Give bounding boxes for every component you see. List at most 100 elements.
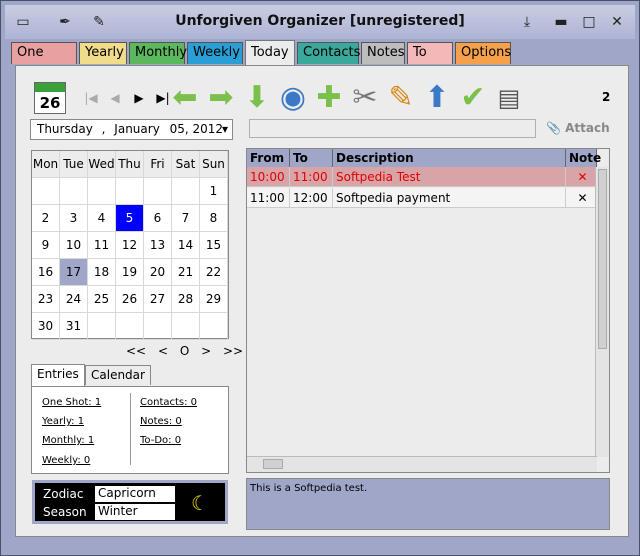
calendar-day[interactable]: 14 — [172, 232, 200, 259]
calendar-day[interactable]: 19 — [116, 259, 144, 286]
calendar-day[interactable]: 10 — [60, 232, 88, 259]
nav-today-button[interactable]: O — [180, 344, 189, 358]
zodiac-value: Capricorn — [95, 486, 175, 502]
calendar-day[interactable]: 17 — [60, 259, 88, 286]
calendar-day[interactable]: 12 — [116, 232, 144, 259]
calendar-day — [144, 313, 172, 340]
tab-yearly[interactable]: Yearly — [79, 42, 127, 64]
horizontal-scrollbar[interactable] — [247, 456, 597, 472]
row-note[interactable]: ✕ — [566, 188, 597, 208]
calendar-day[interactable]: 26 — [116, 286, 144, 313]
calendar-day[interactable]: 25 — [88, 286, 116, 313]
season-label: Season — [43, 505, 87, 519]
calendar-day[interactable]: 9 — [32, 232, 60, 259]
back-arrow-icon[interactable]: ⬅ — [168, 80, 202, 116]
table-row[interactable]: 11:00 12:00 Softpedia payment ✕ — [247, 188, 597, 208]
calendar-day[interactable]: 15 — [200, 232, 228, 259]
upload-icon[interactable]: ⬆ — [420, 80, 454, 116]
calendar-day[interactable]: 24 — [60, 286, 88, 313]
attach-label: Attach — [565, 121, 610, 135]
forward-arrow-icon[interactable]: ➡ — [204, 80, 238, 116]
entry-weekly[interactable]: Weekly: 0 — [42, 455, 90, 466]
vertical-scrollbar[interactable] — [595, 167, 609, 457]
print-icon[interactable]: ▤ — [492, 80, 526, 116]
app-window: ▭ ✒ ✎ Unforgiven Organizer [unregistered… — [0, 0, 640, 556]
tab-today[interactable]: Today — [245, 40, 295, 66]
entry-contacts[interactable]: Contacts: 0 — [140, 397, 197, 408]
calendar-day[interactable]: 7 — [172, 205, 200, 232]
tab-one-shot[interactable]: One Shot — [11, 42, 77, 80]
minimize-icon[interactable]: ▬ — [551, 14, 571, 30]
calendar-day[interactable]: 20 — [144, 259, 172, 286]
maximize-icon[interactable]: □ — [579, 14, 599, 30]
calendar-day[interactable]: 4 — [88, 205, 116, 232]
calendar-day[interactable]: 8 — [200, 205, 228, 232]
calendar-day[interactable]: 30 — [32, 313, 60, 340]
edit-icon[interactable]: ✎ — [384, 80, 418, 116]
calendar-day[interactable]: 13 — [144, 232, 172, 259]
nav-next-button[interactable]: > — [201, 344, 211, 358]
nav-prev-button[interactable]: < — [158, 344, 168, 358]
pin-down-icon[interactable]: ⤓ — [517, 14, 537, 30]
calendar-day[interactable]: 31 — [60, 313, 88, 340]
calendar-day — [60, 178, 88, 205]
attach-button[interactable]: 📎 Attach — [546, 121, 610, 135]
note-text-area[interactable]: This is a Softpedia test. — [246, 478, 610, 530]
calendar-day[interactable]: 5 — [116, 205, 144, 232]
tab-contacts[interactable]: Contacts — [297, 42, 360, 64]
calendar-day[interactable]: 3 — [60, 205, 88, 232]
calendar-day[interactable]: 29 — [200, 286, 228, 313]
entry-one-shot[interactable]: One Shot: 1 — [42, 397, 101, 408]
row-note[interactable]: ✕ — [566, 167, 597, 187]
scroll-thumb[interactable] — [598, 169, 607, 349]
close-icon[interactable]: ✕ — [607, 14, 627, 30]
calendar-day — [88, 313, 116, 340]
table-row[interactable]: 10:00 11:00 Softpedia Test ✕ — [247, 167, 597, 187]
cut-icon[interactable]: ✂ — [348, 80, 382, 116]
calendar-day[interactable]: 21 — [172, 259, 200, 286]
nav-last-button[interactable]: >> — [223, 344, 243, 358]
row-description: Softpedia Test — [333, 167, 566, 187]
col-description[interactable]: Description — [333, 149, 566, 167]
date-day: 05, 2012 — [169, 122, 224, 136]
calendar-day[interactable]: 27 — [144, 286, 172, 313]
calendar-day[interactable]: 28 — [172, 286, 200, 313]
calendar-day[interactable]: 6 — [144, 205, 172, 232]
tab-todo[interactable]: To Do — [407, 42, 453, 80]
calendar-day[interactable]: 22 — [200, 259, 228, 286]
globe-icon[interactable]: ◉ — [276, 80, 310, 116]
calendar-day — [116, 313, 144, 340]
nav-first-button[interactable]: << — [126, 344, 146, 358]
zodiac-panel: Zodiac Capricorn Season Winter ☾ — [32, 480, 228, 524]
date-picker[interactable]: Thursday , January 05, 2012 ▾ — [30, 119, 233, 140]
col-note[interactable]: Note — [566, 149, 601, 167]
add-icon[interactable]: ✚ — [312, 80, 346, 116]
hscroll-thumb[interactable] — [263, 459, 283, 469]
row-to: 12:00 — [290, 188, 333, 208]
calendar-day[interactable]: 18 — [88, 259, 116, 286]
check-icon[interactable]: ✔ — [456, 80, 490, 116]
entry-todo[interactable]: To-Do: 0 — [140, 435, 181, 446]
calendar-day[interactable]: 1 — [200, 178, 228, 205]
col-to[interactable]: To — [290, 149, 333, 167]
tab-monthly[interactable]: Monthly — [129, 42, 187, 64]
calendar-day[interactable]: 11 — [88, 232, 116, 259]
tab-notes[interactable]: Notes — [361, 42, 405, 64]
entry-notes[interactable]: Notes: 0 — [140, 416, 182, 427]
down-arrow-icon[interactable]: ⬇ — [240, 80, 274, 116]
tab-calendar[interactable]: Calendar — [85, 365, 151, 385]
tab-weekly[interactable]: Weekly — [187, 42, 243, 64]
dropdown-icon[interactable]: ▾ — [222, 120, 228, 139]
tab-entries[interactable]: Entries — [31, 364, 85, 386]
entry-yearly[interactable]: Yearly: 1 — [42, 416, 84, 427]
attach-path-field[interactable] — [249, 119, 536, 138]
calendar-day[interactable]: 2 — [32, 205, 60, 232]
tab-options[interactable]: Options — [455, 42, 511, 64]
col-from[interactable]: From — [247, 149, 290, 167]
calendar-day[interactable]: 16 — [32, 259, 60, 286]
entry-monthly[interactable]: Monthly: 1 — [42, 435, 94, 446]
divider — [130, 393, 131, 465]
mini-calendar: Mon Tue Wed Thu Fri Sat Sun 1 2 3 4 5 6 7 8 9 10 11 12 13 14… — [31, 150, 229, 340]
calendar-day[interactable]: 23 — [32, 286, 60, 313]
calendar-day — [88, 178, 116, 205]
